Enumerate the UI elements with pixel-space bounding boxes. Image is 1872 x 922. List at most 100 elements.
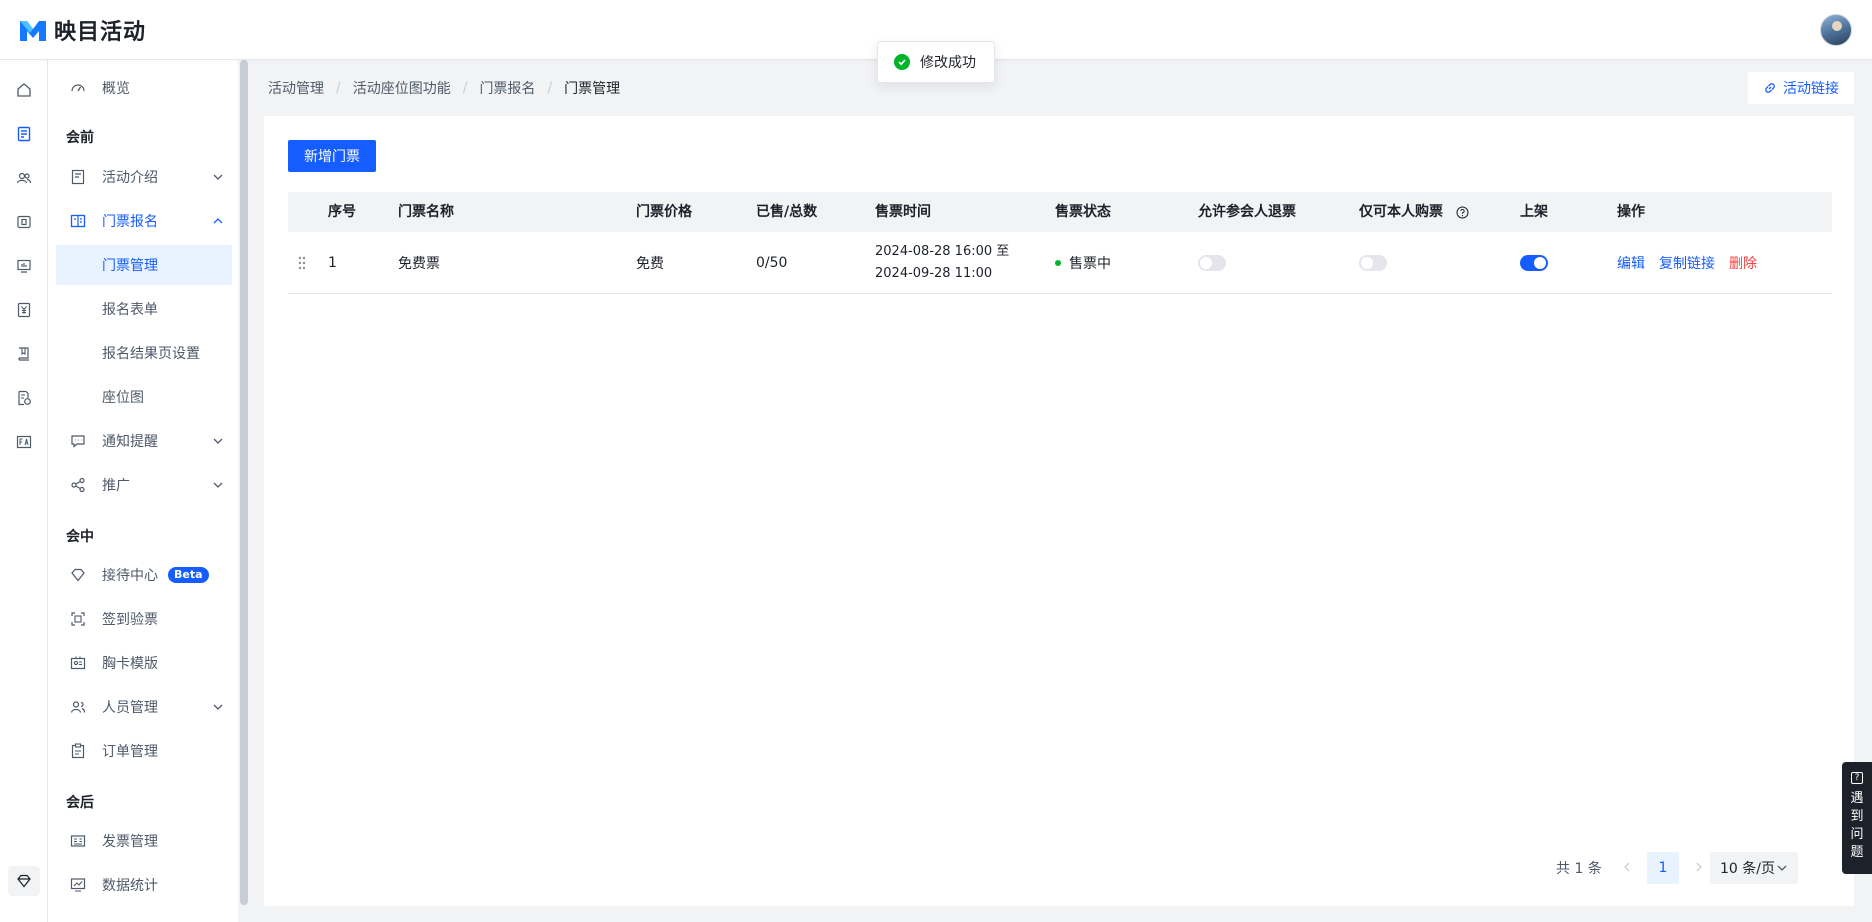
sidebar-item-seat-map[interactable]: 座位图 <box>56 377 232 417</box>
sidebar-item-label: 活动介绍 <box>102 170 158 186</box>
sidebar-item-label: 签到验票 <box>102 612 158 628</box>
sidebar-item-badge[interactable]: 胸卡模版 <box>56 643 232 683</box>
question-circle-icon[interactable] <box>1456 206 1469 219</box>
sidebar-item-overview[interactable]: 概览 <box>56 68 232 108</box>
cell-listed <box>1520 232 1548 294</box>
cell-sale-time: 2024-08-28 16:00 至 2024-09-28 11:00 <box>875 232 1009 294</box>
sidebar-item-signup-form[interactable]: 报名表单 <box>56 289 232 329</box>
breadcrumb-separator: / <box>336 80 341 96</box>
book-icon[interactable] <box>14 344 34 364</box>
cell-status: 售票中 <box>1055 232 1111 294</box>
sidebar-item-label: 推广 <box>102 478 130 494</box>
sidebar-item-label: 胸卡模版 <box>102 656 158 672</box>
people-icon[interactable] <box>14 168 34 188</box>
sale-start: 2024-08-28 16:00 至 <box>875 244 1010 259</box>
avatar[interactable] <box>1820 14 1852 46</box>
status-dot <box>1055 260 1061 266</box>
sidebar-item-ticket-manage[interactable]: 门票管理 <box>56 245 232 285</box>
yen-icon[interactable] <box>14 300 34 320</box>
pagination-total: 共 1 条 <box>1556 861 1602 877</box>
table-row: 1 免费票 免费 0/50 2024-08-28 16:00 至 2024-09… <box>288 232 1832 294</box>
chevron-left-icon[interactable] <box>1620 860 1634 874</box>
sidebar-item-people[interactable]: 人员管理 <box>56 687 232 727</box>
delete-link[interactable]: 删除 <box>1729 253 1757 273</box>
app-logo[interactable]: 映目活动 <box>18 14 146 46</box>
group-before: 会前 <box>66 130 94 146</box>
help-char: 到 <box>1850 809 1864 824</box>
group-during: 会中 <box>66 529 94 545</box>
sidebar-item-label: 门票报名 <box>102 214 158 230</box>
document-icon <box>70 169 86 185</box>
breadcrumb-item[interactable]: 活动管理 <box>268 78 324 98</box>
listed-switch[interactable] <box>1520 255 1548 271</box>
sidebar-item-stats[interactable]: 数据统计 <box>56 865 232 905</box>
ticket-book-icon <box>70 213 86 229</box>
sidebar-item-checkin[interactable]: 签到验票 <box>56 599 232 639</box>
sidebar-item-label: 人员管理 <box>102 700 158 716</box>
sidebar-item-promote[interactable]: 推广 <box>56 465 232 505</box>
refund-switch[interactable] <box>1198 255 1226 271</box>
language-icon[interactable] <box>14 432 34 452</box>
help-float-button[interactable]: ? 遇 到 问 题 <box>1842 762 1872 874</box>
logo-mark-icon <box>20 21 46 41</box>
breadcrumb-item[interactable]: 活动座位图功能 <box>353 78 451 98</box>
add-ticket-button[interactable]: 新增门票 <box>288 140 376 172</box>
sidebar-item-label: 通知提醒 <box>102 434 158 450</box>
media-icon[interactable] <box>14 212 34 232</box>
home-icon[interactable] <box>14 80 34 100</box>
cell-sold: 0/50 <box>756 255 788 271</box>
sidebar-item-label: 发票管理 <box>102 834 158 850</box>
sidebar-item-label: 接待中心 <box>102 568 158 584</box>
copy-link-button[interactable]: 复制链接 <box>1659 253 1715 273</box>
chevron-down-icon <box>213 704 223 710</box>
screen-icon[interactable] <box>14 256 34 276</box>
sidebar-item-ticket-signup[interactable]: 门票报名 <box>56 201 232 241</box>
chevron-right-icon[interactable] <box>1692 860 1706 874</box>
self-only-switch[interactable] <box>1359 255 1387 271</box>
sidebar-item-reception[interactable]: 接待中心 Beta <box>56 555 232 595</box>
col-price: 门票价格 <box>636 204 692 220</box>
sidebar-item-invoice[interactable]: 发票管理 <box>56 821 232 861</box>
beta-badge: Beta <box>168 567 209 583</box>
scan-icon <box>70 611 86 627</box>
activity-link-button[interactable]: 活动链接 <box>1748 72 1854 104</box>
page-size-select[interactable]: 10 条/页 <box>1710 852 1798 884</box>
col-index: 序号 <box>328 204 356 220</box>
dashboard-icon <box>70 80 86 96</box>
sidebar-item-label: 订单管理 <box>102 744 158 760</box>
diamond-tag-icon <box>70 567 86 583</box>
help-char: 题 <box>1850 845 1864 860</box>
share-icon <box>70 477 86 493</box>
app-name: 映目活动 <box>54 20 147 45</box>
page-size-value: 10 条/页 <box>1720 861 1775 877</box>
col-status: 售票状态 <box>1055 204 1111 220</box>
breadcrumb-item[interactable]: 门票报名 <box>479 78 535 98</box>
col-sold: 已售/总数 <box>756 204 818 220</box>
edit-link[interactable]: 编辑 <box>1617 253 1645 273</box>
sidebar-scrollbar[interactable] <box>240 60 248 905</box>
monitor-chart-icon <box>70 877 86 893</box>
cell-name: 免费票 <box>398 256 440 272</box>
side-menu: 概览 会前 活动介绍 门票报名 门票管理 报名表单 报名结果页设置 座位图 通知… <box>48 60 238 922</box>
success-toast: 修改成功 <box>877 41 995 83</box>
ticket-list-icon[interactable] <box>14 124 34 144</box>
content-card: 新增门票 序号 门票名称 门票价格 已售/总数 售票时间 售票状态 允许参会人退… <box>264 116 1854 906</box>
cell-self-only <box>1359 232 1387 294</box>
drag-handle-icon[interactable] <box>296 256 308 270</box>
question-box-icon: ? <box>1851 772 1863 784</box>
chevron-down-icon <box>213 174 223 180</box>
id-card-icon <box>70 655 86 671</box>
help-char: 问 <box>1850 827 1864 842</box>
collapse-toggle[interactable] <box>8 866 40 896</box>
toast-message: 修改成功 <box>920 55 976 71</box>
sidebar-item-orders[interactable]: 订单管理 <box>56 731 232 771</box>
col-sale-time: 售票时间 <box>875 204 931 220</box>
link-icon <box>1765 83 1775 93</box>
sidebar-item-result-page[interactable]: 报名结果页设置 <box>56 333 232 373</box>
sidebar-item-notify[interactable]: 通知提醒 <box>56 421 232 461</box>
page-button-current[interactable]: 1 <box>1647 852 1679 884</box>
clipboard-icon <box>70 743 86 759</box>
report-icon[interactable] <box>14 388 34 408</box>
cell-actions: 编辑 复制链接 删除 <box>1617 232 1771 294</box>
sidebar-item-activity-intro[interactable]: 活动介绍 <box>56 157 232 197</box>
